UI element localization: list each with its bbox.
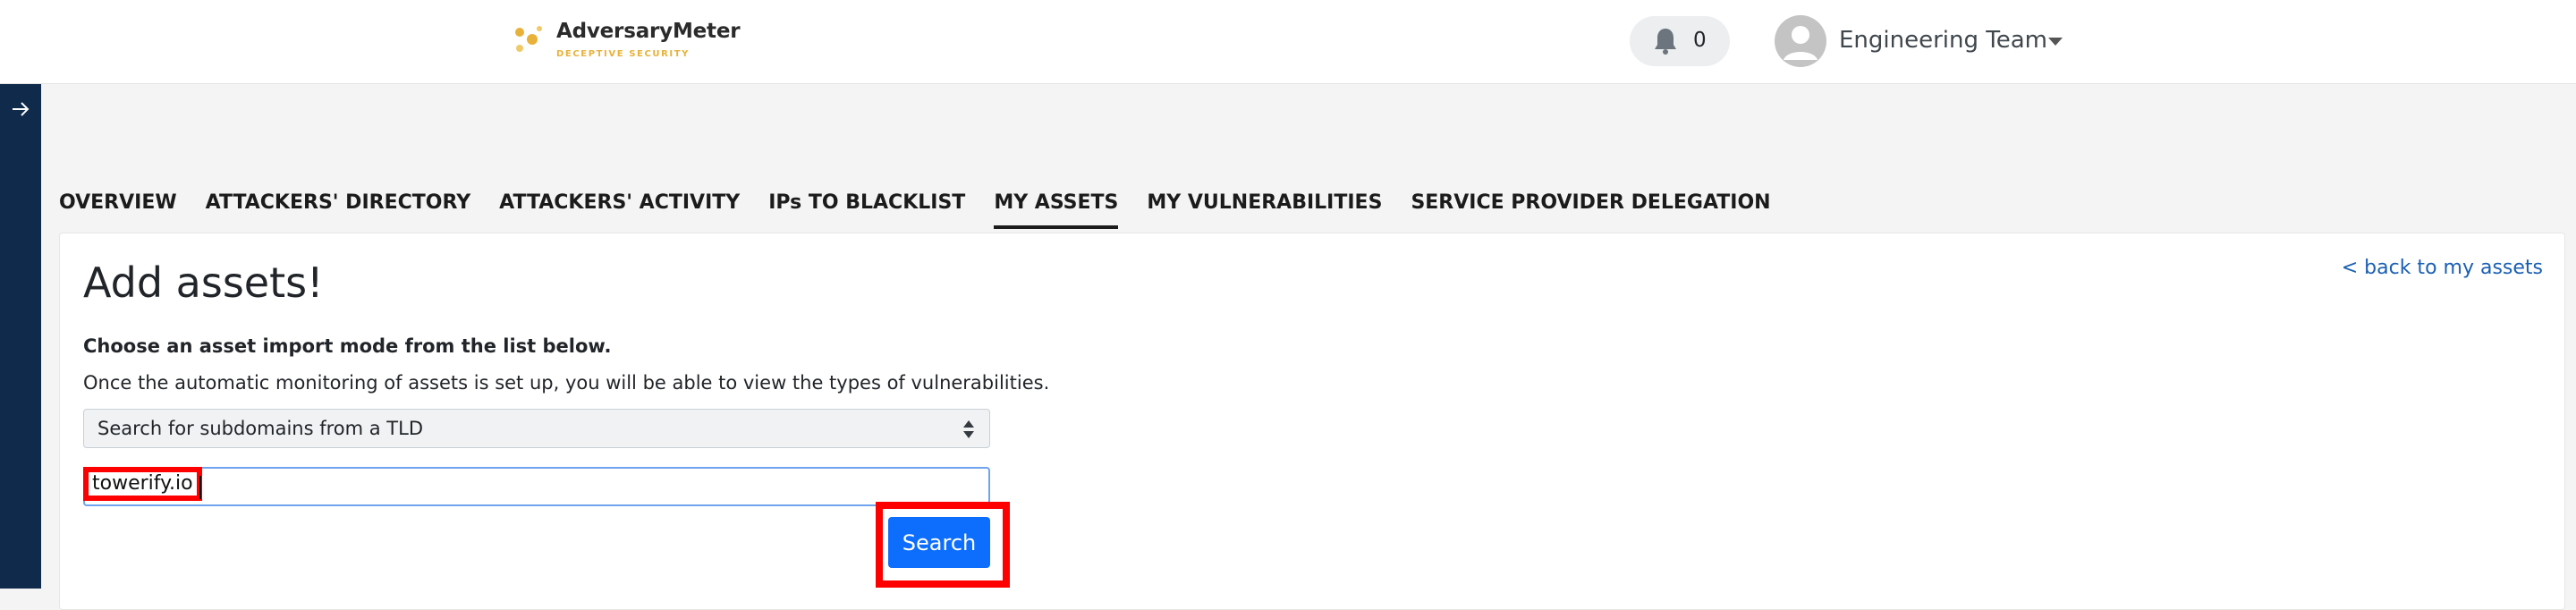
tab-my-assets[interactable]: MY ASSETS bbox=[994, 179, 1119, 229]
brand-name: AdversaryMeter bbox=[556, 20, 741, 43]
sort-arrows-icon bbox=[963, 420, 974, 438]
nav-tabs: OVERVIEW ATTACKERS' DIRECTORY ATTACKERS'… bbox=[59, 179, 1800, 229]
user-menu[interactable]: Engineering Team bbox=[1775, 15, 2079, 67]
arrow-right-icon[interactable] bbox=[10, 98, 31, 120]
avatar-icon bbox=[1775, 15, 1826, 67]
search-button[interactable]: Search bbox=[888, 517, 990, 568]
text-cursor bbox=[199, 476, 201, 499]
import-mode-select[interactable]: Search for subdomains from a TLD bbox=[83, 409, 990, 448]
tab-ips-to-blacklist[interactable]: IPs TO BLACKLIST bbox=[768, 179, 965, 229]
tab-attackers-activity[interactable]: ATTACKERS' ACTIVITY bbox=[499, 179, 740, 229]
tab-my-vulnerabilities[interactable]: MY VULNERABILITIES bbox=[1147, 179, 1382, 229]
tab-attackers-directory[interactable]: ATTACKERS' DIRECTORY bbox=[206, 179, 471, 229]
bell-icon bbox=[1655, 29, 1676, 55]
import-mode-value: Search for subdomains from a TLD bbox=[97, 418, 424, 439]
add-assets-card: Add assets! < back to my assets Choose a… bbox=[59, 233, 2565, 610]
import-mode-instruction: Choose an asset import mode from the lis… bbox=[83, 335, 612, 357]
tab-overview[interactable]: OVERVIEW bbox=[59, 179, 177, 229]
sidebar bbox=[0, 84, 41, 589]
logo-icon bbox=[515, 26, 542, 52]
domain-input[interactable]: towerify.io bbox=[83, 467, 990, 506]
search-highlight: Search bbox=[876, 502, 1010, 588]
monitoring-info: Once the automatic monitoring of assets … bbox=[83, 372, 1050, 394]
domain-input-value: towerify.io bbox=[83, 467, 202, 501]
chevron-down-icon bbox=[2048, 38, 2063, 46]
brand-tagline: DECEPTIVE SECURITY bbox=[556, 49, 691, 59]
back-to-assets-link[interactable]: < back to my assets bbox=[2342, 257, 2543, 279]
tab-service-provider-delegation[interactable]: SERVICE PROVIDER DELEGATION bbox=[1411, 179, 1770, 229]
user-name: Engineering Team bbox=[1839, 27, 2047, 54]
notification-count: 0 bbox=[1693, 29, 1707, 52]
notifications-button[interactable]: 0 bbox=[1630, 16, 1730, 66]
page-title: Add assets! bbox=[83, 258, 324, 307]
top-bar: AdversaryMeter DECEPTIVE SECURITY 0 Engi… bbox=[0, 0, 2576, 84]
